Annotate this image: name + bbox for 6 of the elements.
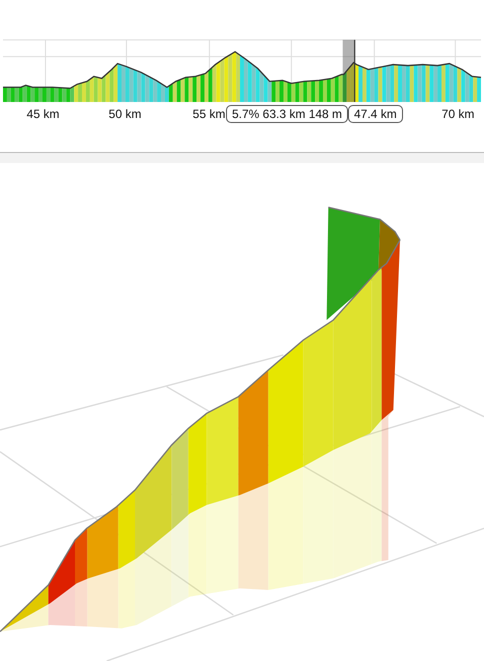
axis-label: 55 km: [192, 106, 226, 121]
axis-label: 50 km: [108, 106, 142, 121]
value-tooltip: 47.4 km: [348, 104, 403, 123]
axis-label: 45 km: [26, 106, 60, 121]
value-tooltip: 5.7% 63.3 km 148 m: [226, 104, 348, 123]
axis-label: 70 km: [442, 106, 474, 121]
